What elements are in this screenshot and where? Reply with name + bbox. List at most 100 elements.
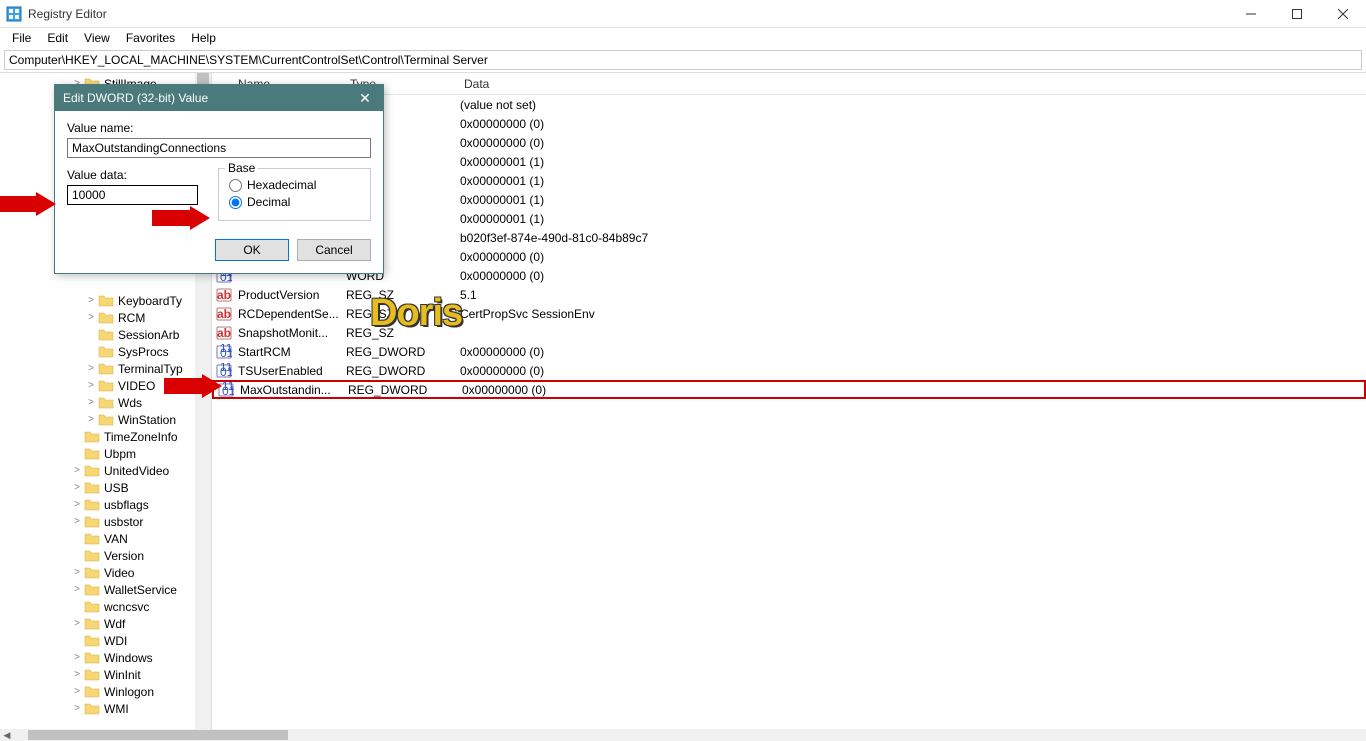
menu-view[interactable]: View bbox=[76, 29, 118, 47]
list-row[interactable]: abb020f3ef-874e-490d-81c0-84b89c7 bbox=[212, 228, 1366, 247]
expand-icon[interactable]: > bbox=[84, 380, 98, 391]
expand-icon[interactable]: > bbox=[70, 584, 84, 595]
list-row[interactable]: 110011WORD0x00000000 (0) bbox=[212, 114, 1366, 133]
cancel-button[interactable]: Cancel bbox=[297, 239, 371, 261]
list-pane[interactable]: Name Type Data ab(value not set)110011WO… bbox=[212, 73, 1366, 729]
tree-item-wininit[interactable]: >WinInit bbox=[0, 666, 211, 683]
annotation-arrow-1 bbox=[0, 192, 56, 216]
expand-icon[interactable]: > bbox=[70, 499, 84, 510]
cell-name: RCDependentSe... bbox=[234, 307, 342, 321]
tree-item-rcm[interactable]: >RCM bbox=[0, 309, 211, 326]
tree-item-usbstor[interactable]: >usbstor bbox=[0, 513, 211, 530]
tree-item-sessionarb[interactable]: SessionArb bbox=[0, 326, 211, 343]
maximize-button[interactable] bbox=[1274, 0, 1320, 28]
expand-icon[interactable]: > bbox=[70, 482, 84, 493]
tree-item-wdi[interactable]: WDI bbox=[0, 632, 211, 649]
list-row[interactable]: abSnapshotMonit...REG_SZ bbox=[212, 323, 1366, 342]
cell-data: 0x00000000 (0) bbox=[456, 250, 1366, 264]
list-row[interactable]: 110011MaxOutstandin...REG_DWORD0x0000000… bbox=[212, 380, 1366, 399]
list-row[interactable]: 110011StartRCMREG_DWORD0x00000000 (0) bbox=[212, 342, 1366, 361]
tree-item-keyboardty[interactable]: > KeyboardTy bbox=[0, 292, 211, 309]
expand-icon[interactable]: > bbox=[84, 397, 98, 408]
list-row[interactable]: 110011WORD0x00000000 (0) bbox=[212, 247, 1366, 266]
close-button[interactable] bbox=[1320, 0, 1366, 28]
list-row[interactable]: 110011WORD0x00000001 (1) bbox=[212, 152, 1366, 171]
expand-icon[interactable]: > bbox=[70, 686, 84, 697]
list-row[interactable]: 110011TSUserEnabledREG_DWORD0x00000000 (… bbox=[212, 361, 1366, 380]
tree-item-van[interactable]: VAN bbox=[0, 530, 211, 547]
cell-name: TSUserEnabled bbox=[234, 364, 342, 378]
expand-icon[interactable]: > bbox=[70, 703, 84, 714]
tree-item-walletservice[interactable]: > WalletService bbox=[0, 581, 211, 598]
tree-item-timezoneinfo[interactable]: TimeZoneInfo bbox=[0, 428, 211, 445]
radio-hex[interactable]: Hexadecimal bbox=[229, 178, 360, 192]
tree-item-wcncsvc[interactable]: wcncsvc bbox=[0, 598, 211, 615]
menu-edit[interactable]: Edit bbox=[39, 29, 76, 47]
expand-icon[interactable]: > bbox=[84, 363, 98, 374]
tree-item-ubpm[interactable]: Ubpm bbox=[0, 445, 211, 462]
minimize-button[interactable] bbox=[1228, 0, 1274, 28]
hscroll-thumb[interactable] bbox=[28, 730, 288, 740]
tree-label: KeyboardTy bbox=[118, 294, 182, 308]
svg-text:ab: ab bbox=[217, 307, 231, 321]
horizontal-scrollbar[interactable]: ◀ bbox=[0, 729, 1366, 741]
list-row[interactable]: 110011WORD0x00000001 (1) bbox=[212, 209, 1366, 228]
tree-item-winlogon[interactable]: >Winlogon bbox=[0, 683, 211, 700]
tree-item-usb[interactable]: >USB bbox=[0, 479, 211, 496]
cell-name: ProductVersion bbox=[234, 288, 342, 302]
expand-icon[interactable]: > bbox=[70, 652, 84, 663]
tree-item-video[interactable]: >Video bbox=[0, 564, 211, 581]
expand-icon[interactable]: > bbox=[84, 312, 98, 323]
value-name-input[interactable] bbox=[67, 138, 371, 158]
address-bar[interactable]: Computer\HKEY_LOCAL_MACHINE\SYSTEM\Curre… bbox=[4, 50, 1362, 70]
expand-icon[interactable]: > bbox=[84, 295, 98, 306]
tree-item-unitedvideo[interactable]: >UnitedVideo bbox=[0, 462, 211, 479]
tree-item-usbflags[interactable]: >usbflags bbox=[0, 496, 211, 513]
dialog-titlebar[interactable]: Edit DWORD (32-bit) Value ✕ bbox=[55, 85, 383, 111]
tree-label: Wdf bbox=[104, 617, 125, 631]
tree-item-wdf[interactable]: > Wdf bbox=[0, 615, 211, 632]
expand-icon[interactable]: > bbox=[70, 465, 84, 476]
cell-type: REG_SZ bbox=[342, 288, 456, 302]
cell-data: (value not set) bbox=[456, 98, 1366, 112]
list-row[interactable]: 110011WORD0x00000001 (1) bbox=[212, 190, 1366, 209]
tree-item-windows[interactable]: > Windows bbox=[0, 649, 211, 666]
dialog-title-text: Edit DWORD (32-bit) Value bbox=[63, 91, 355, 105]
radio-decimal[interactable]: Decimal bbox=[229, 195, 360, 209]
col-data[interactable]: Data bbox=[456, 77, 1366, 91]
list-row[interactable]: ab(value not set) bbox=[212, 95, 1366, 114]
expand-icon[interactable]: > bbox=[84, 414, 98, 425]
dialog-close-button[interactable]: ✕ bbox=[355, 90, 375, 107]
expand-icon[interactable]: > bbox=[70, 669, 84, 680]
tree-item-winstation[interactable]: >WinStation bbox=[0, 411, 211, 428]
value-data-label: Value data: bbox=[67, 168, 198, 182]
cell-data: 0x00000000 (0) bbox=[456, 117, 1366, 131]
cell-name: SnapshotMonit... bbox=[234, 326, 342, 340]
scroll-left-icon[interactable]: ◀ bbox=[0, 730, 14, 741]
list-row[interactable]: 110011WORD0x00000001 (1) bbox=[212, 171, 1366, 190]
list-row[interactable]: 110011WORD0x00000000 (0) bbox=[212, 266, 1366, 285]
menu-help[interactable]: Help bbox=[183, 29, 224, 47]
ok-button[interactable]: OK bbox=[215, 239, 289, 261]
cell-type: REG_DWORD bbox=[342, 345, 456, 359]
list-header: Name Type Data bbox=[212, 73, 1366, 95]
cell-type: REG_DWORD bbox=[344, 383, 458, 397]
radio-hex-input[interactable] bbox=[229, 179, 242, 192]
expand-icon[interactable]: > bbox=[70, 618, 84, 629]
tree-label: VAN bbox=[104, 532, 128, 546]
radio-decimal-input[interactable] bbox=[229, 196, 242, 209]
tree-item-wmi[interactable]: >WMI bbox=[0, 700, 211, 717]
menu-file[interactable]: File bbox=[4, 29, 39, 47]
expand-icon[interactable]: > bbox=[70, 516, 84, 527]
tree-item-sysprocs[interactable]: SysProcs bbox=[0, 343, 211, 360]
menu-favorites[interactable]: Favorites bbox=[118, 29, 183, 47]
tree-item-version[interactable]: Version bbox=[0, 547, 211, 564]
list-row[interactable]: 110011WORD0x00000000 (0) bbox=[212, 133, 1366, 152]
value-data-input[interactable] bbox=[67, 185, 198, 205]
radio-hex-label: Hexadecimal bbox=[247, 178, 316, 192]
tree-label: Windows bbox=[104, 651, 153, 665]
tree-label: WalletService bbox=[104, 583, 177, 597]
expand-icon[interactable]: > bbox=[70, 567, 84, 578]
list-row[interactable]: abRCDependentSe...REG_SZCertPropSvc Sess… bbox=[212, 304, 1366, 323]
list-row[interactable]: abProductVersionREG_SZ5.1 bbox=[212, 285, 1366, 304]
